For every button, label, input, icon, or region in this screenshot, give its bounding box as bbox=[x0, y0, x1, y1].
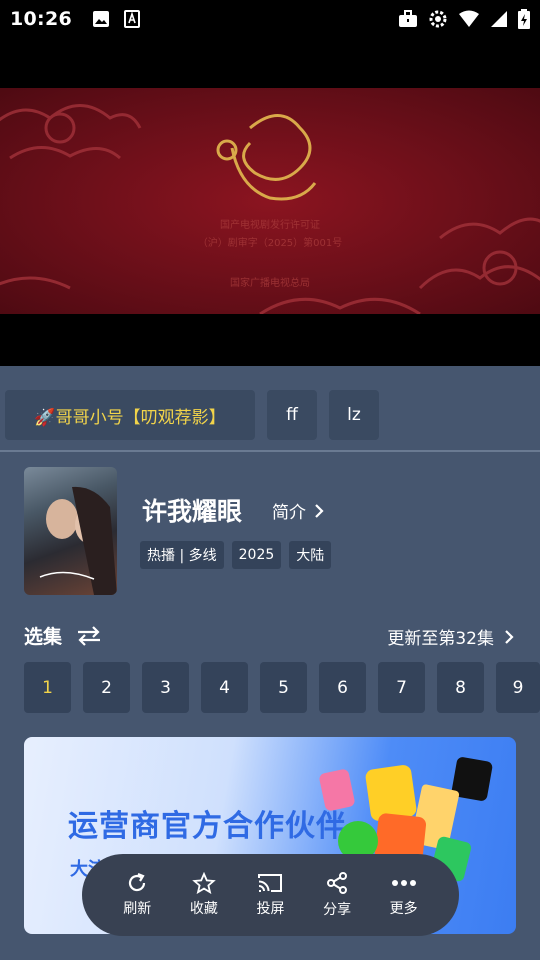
intro-label: 简介 bbox=[272, 503, 306, 523]
refresh-label: 刷新 bbox=[123, 901, 152, 917]
wifi-icon bbox=[459, 10, 479, 27]
chevron-right-icon bbox=[505, 629, 514, 644]
episode-button[interactable]: 7 bbox=[378, 662, 425, 713]
tag-region: 大陆 bbox=[289, 541, 332, 569]
license-line-3: 国家广播电视总局 bbox=[230, 278, 310, 289]
episode-button[interactable]: 1 bbox=[24, 662, 71, 713]
cast-label: 投屏 bbox=[256, 901, 285, 917]
banner-headline: 运营商官方合作伙伴 bbox=[68, 809, 347, 844]
refresh-icon bbox=[129, 872, 146, 892]
video-frame[interactable]: 国产电视剧发行许可证 （沪）剧审字（2025）第001号 国家广播电视总局 bbox=[0, 88, 540, 314]
license-line-1: 国产电视剧发行许可证 bbox=[220, 220, 320, 231]
chevron-right-icon bbox=[315, 503, 324, 518]
episode-list: 1 2 3 4 5 6 7 8 9 bbox=[24, 662, 540, 713]
tag-status: 热播 | 多线 bbox=[140, 541, 224, 569]
episode-button[interactable]: 8 bbox=[437, 662, 484, 713]
settings-icon bbox=[429, 10, 447, 28]
share-icon bbox=[327, 872, 348, 894]
episodes-heading: 选集 bbox=[24, 626, 63, 648]
episode-button[interactable]: 6 bbox=[319, 662, 366, 713]
favorite-button[interactable]: 收藏 bbox=[176, 854, 232, 936]
source-tab-1[interactable]: ff bbox=[267, 390, 317, 440]
episode-button[interactable]: 4 bbox=[201, 662, 248, 713]
action-toolbar: 刷新 收藏 投屏 分享 更多 bbox=[82, 854, 459, 936]
refresh-button[interactable]: 刷新 bbox=[109, 854, 165, 936]
episode-button[interactable]: 5 bbox=[260, 662, 307, 713]
more-label: 更多 bbox=[389, 901, 418, 917]
source-tab-0[interactable]: 🚀哥哥小号【叨观荐影】 bbox=[5, 390, 255, 440]
status-time: 10:26 bbox=[10, 8, 72, 30]
episodes-update-link[interactable]: 更新至第32集 bbox=[387, 624, 514, 649]
episodes-header: 选集 bbox=[24, 622, 102, 649]
share-button[interactable]: 分享 bbox=[309, 854, 365, 936]
poster-image[interactable] bbox=[24, 467, 117, 595]
video-player[interactable]: 国产电视剧发行许可证 （沪）剧审字（2025）第001号 国家广播电视总局 bbox=[0, 38, 540, 366]
more-button[interactable]: 更多 bbox=[376, 854, 432, 936]
update-text: 更新至第32集 bbox=[387, 629, 494, 649]
battery-icon bbox=[518, 9, 530, 29]
source-tab-2[interactable]: lz bbox=[329, 390, 379, 440]
swap-order-icon[interactable] bbox=[76, 625, 102, 646]
more-dots-icon bbox=[391, 880, 416, 886]
favorite-label: 收藏 bbox=[189, 901, 218, 917]
status-bar: 10:26 bbox=[0, 0, 540, 38]
episode-button[interactable]: 2 bbox=[83, 662, 130, 713]
show-tags: 热播 | 多线 2025 大陆 bbox=[140, 541, 332, 569]
episode-button[interactable]: 9 bbox=[496, 662, 540, 713]
license-line-2: （沪）剧审字（2025）第001号 bbox=[197, 238, 343, 249]
star-icon bbox=[192, 872, 216, 894]
source-tabs: 🚀哥哥小号【叨观荐影】 ff lz bbox=[0, 366, 540, 452]
signal-icon bbox=[491, 11, 507, 27]
share-label: 分享 bbox=[323, 902, 352, 918]
poster-art bbox=[39, 486, 117, 595]
tag-year: 2025 bbox=[231, 541, 282, 569]
show-title: 许我耀眼 bbox=[142, 497, 243, 526]
episode-button[interactable]: 3 bbox=[142, 662, 189, 713]
intro-button[interactable]: 简介 bbox=[272, 498, 324, 523]
cast-icon bbox=[258, 874, 283, 892]
font-icon bbox=[123, 10, 140, 28]
briefcase-icon bbox=[399, 10, 417, 27]
cast-button[interactable]: 投屏 bbox=[242, 854, 298, 936]
image-icon bbox=[92, 11, 109, 27]
